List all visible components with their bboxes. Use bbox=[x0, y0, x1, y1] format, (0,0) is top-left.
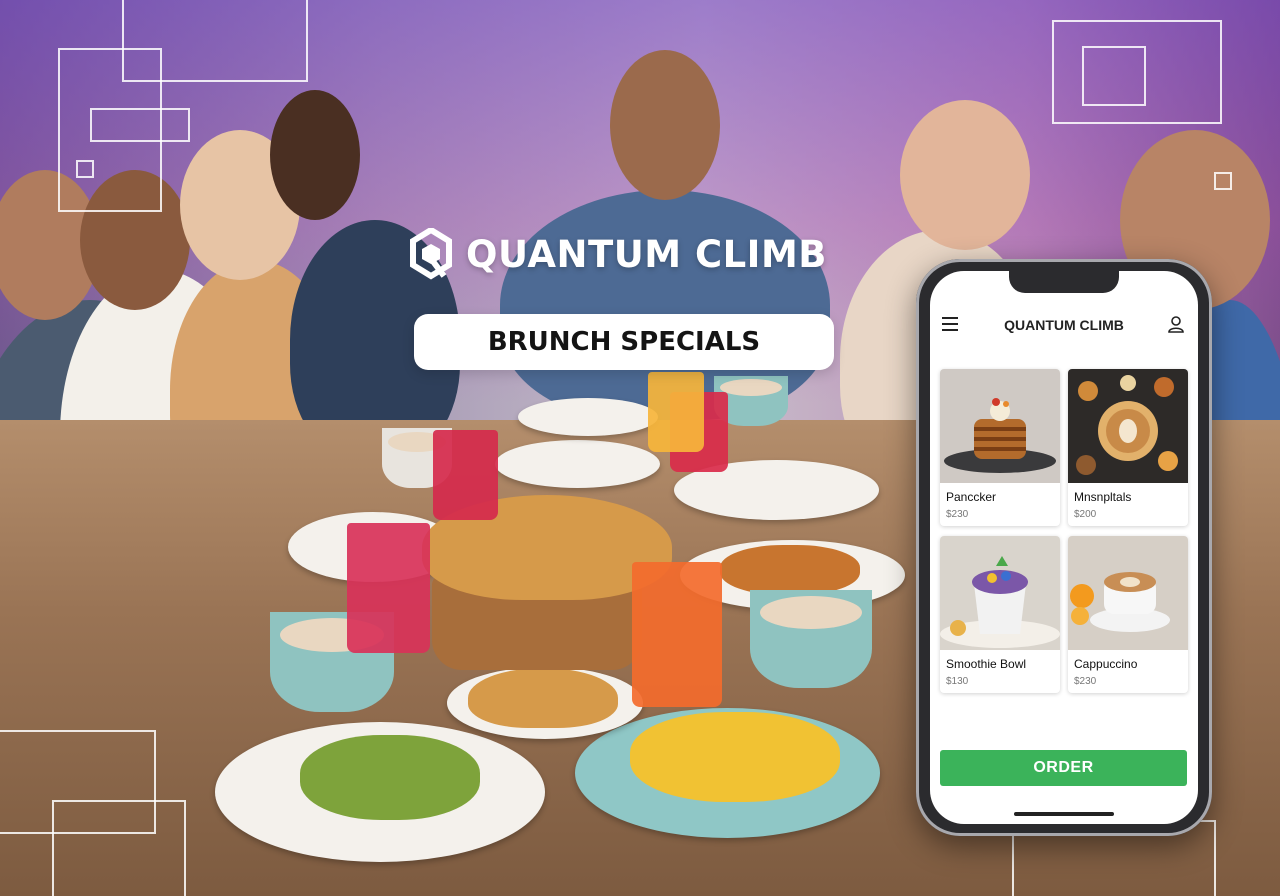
plate-top-far bbox=[518, 398, 658, 436]
juice-glass-red-left bbox=[347, 523, 430, 653]
product-name: Panccker bbox=[946, 490, 997, 504]
cappuccino-right bbox=[750, 590, 872, 688]
product-card-pancakes[interactable]: Panccker $230 bbox=[940, 369, 1060, 526]
pancakes-image bbox=[940, 369, 1060, 483]
decor-outline-top-right-3 bbox=[1214, 172, 1232, 190]
plate-top-center bbox=[495, 440, 660, 488]
phone-mockup: QUANTUM CLIMB Panccker $230 Mnsnpltals $… bbox=[916, 259, 1212, 836]
juice-glass-red-back bbox=[433, 430, 498, 520]
phone-screen: QUANTUM CLIMB Panccker $230 Mnsnpltals $… bbox=[930, 271, 1198, 824]
product-price: $200 bbox=[1074, 509, 1097, 520]
brand-header: QUANTUM CLIMB bbox=[410, 228, 827, 280]
product-name: Mnsnpltals bbox=[1074, 490, 1132, 504]
decor-outline-top-right-2 bbox=[1082, 46, 1146, 106]
juice-glass-orange bbox=[632, 562, 722, 707]
order-button[interactable]: ORDER bbox=[940, 750, 1187, 786]
app-navbar: QUANTUM CLIMB bbox=[930, 311, 1198, 339]
eggs-benedict bbox=[630, 712, 840, 802]
brand-name: QUANTUM CLIMB bbox=[466, 232, 827, 276]
product-price: $230 bbox=[946, 509, 969, 520]
app-title: QUANTUM CLIMB bbox=[1004, 317, 1124, 333]
product-card-specials[interactable]: Mnsnpltals $200 bbox=[1068, 369, 1188, 526]
person-man-back-head bbox=[270, 90, 360, 220]
person-center-head bbox=[610, 50, 720, 200]
product-card-smoothie-bowl[interactable]: Smoothie Bowl $130 bbox=[940, 536, 1060, 693]
product-price: $230 bbox=[1074, 676, 1097, 687]
banner-label: BRUNCH SPECIALS bbox=[487, 327, 761, 357]
smoothie-bowl-image bbox=[940, 536, 1060, 650]
coffee-platter-image bbox=[1068, 369, 1188, 483]
home-indicator bbox=[1014, 812, 1114, 816]
decor-outline-bottom-left-2 bbox=[52, 800, 186, 896]
user-profile-icon[interactable] bbox=[1166, 314, 1186, 334]
juice-glass-yellow bbox=[648, 372, 704, 452]
product-price: $130 bbox=[946, 676, 969, 687]
decor-outline-top-left-4 bbox=[76, 160, 94, 178]
decor-outline-top-left-3 bbox=[90, 108, 190, 142]
product-name: Smoothie Bowl bbox=[946, 657, 1027, 671]
breakfast-hash bbox=[720, 545, 860, 595]
person-right-woman-head bbox=[900, 100, 1030, 250]
product-name: Cappuccino bbox=[1074, 657, 1138, 671]
phone-notch bbox=[1009, 271, 1119, 293]
brunch-specials-banner: BRUNCH SPECIALS bbox=[414, 314, 834, 370]
product-card-cappuccino[interactable]: Cappuccino $230 bbox=[1068, 536, 1188, 693]
avocado-toast bbox=[300, 735, 480, 820]
q-logo-icon bbox=[410, 228, 452, 280]
croissant bbox=[468, 668, 618, 728]
cappuccino-image bbox=[1068, 536, 1188, 650]
